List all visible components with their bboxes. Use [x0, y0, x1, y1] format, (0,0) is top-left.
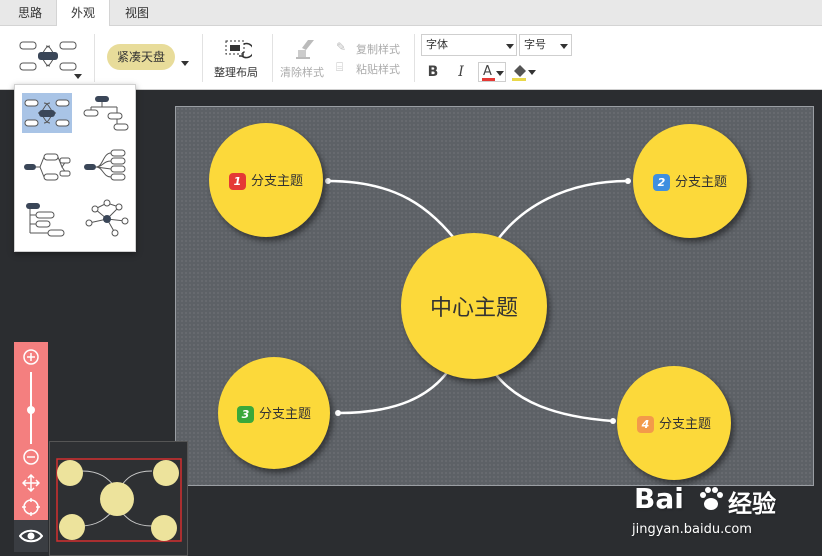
chevron-down-icon — [74, 74, 82, 79]
branch-label: 分支主题 — [674, 175, 727, 190]
tab-view[interactable]: 视图 — [114, 0, 160, 26]
zoom-out-icon[interactable] — [22, 448, 40, 466]
arrange-icon — [225, 40, 252, 59]
minimap[interactable] — [49, 441, 188, 556]
priority-badge-2: 2 — [652, 174, 670, 191]
bold-button[interactable]: B — [422, 62, 444, 82]
chevron-down-icon — [506, 44, 514, 49]
zoom-in-icon[interactable] — [22, 348, 40, 366]
font-family-value: 字体 — [426, 38, 448, 51]
tab-appearance[interactable]: 外观 — [56, 0, 110, 27]
chevron-down-icon — [496, 71, 504, 76]
italic-button[interactable]: I — [450, 62, 472, 82]
layout-mindmap-icon — [24, 99, 70, 127]
font-family-select[interactable]: 字体 — [421, 34, 517, 56]
zoom-slider-handle[interactable] — [27, 406, 35, 414]
divider — [414, 34, 415, 82]
center-topic-node[interactable]: 中心主题 — [401, 233, 547, 379]
copy-style-icon: ✎ — [336, 40, 347, 54]
watermark-brand-right: 经验 — [728, 490, 776, 518]
toolbar: 紧凑天盘 整理布局 清除样式 ✎ 复制样式 ⌸ 粘贴样式 字体 字号 B I A — [0, 26, 822, 90]
paste-style-button[interactable]: ⌸ 粘贴样式 — [336, 60, 410, 78]
priority-badge-4: 4 — [636, 416, 654, 433]
structure-icon — [19, 41, 77, 71]
branch-label: 分支主题 — [250, 174, 303, 189]
tab-thinking[interactable]: 思路 — [8, 0, 52, 26]
mindmap-canvas[interactable]: 1 分支主题 2 分支主题 3 分支主题 4 分支主题 中心主题 — [175, 106, 814, 486]
font-color-button[interactable]: A — [478, 62, 506, 82]
layout-option-logic[interactable] — [22, 147, 72, 187]
paw-icon — [700, 487, 723, 510]
font-color-swatch — [482, 78, 495, 81]
layout-logic-icon — [24, 153, 71, 181]
branch-node-label: 1 分支主题 — [228, 170, 303, 190]
layout-option-fishbone[interactable] — [81, 147, 131, 187]
divider — [94, 34, 95, 82]
chevron-down-icon[interactable] — [181, 61, 189, 66]
watermark-brand-left: Bai — [634, 482, 684, 515]
branch-node-3[interactable]: 3 分支主题 — [218, 357, 330, 469]
copy-style-button[interactable]: ✎ 复制样式 — [336, 40, 410, 58]
layout-option-mindmap[interactable] — [22, 93, 72, 133]
paint-bucket-icon — [512, 65, 526, 81]
theme-button[interactable]: 紧凑天盘 — [107, 44, 175, 70]
paste-style-icon: ⌸ — [336, 60, 344, 74]
zoom-toolbar — [14, 342, 48, 552]
branch-node-2[interactable]: 2 分支主题 — [633, 124, 747, 238]
copy-style-label: 复制样式 — [356, 43, 400, 56]
navigator-toggle[interactable] — [14, 520, 48, 552]
arrange-layout-label: 整理布局 — [214, 66, 258, 79]
center-topic-label: 中心主题 — [429, 296, 518, 321]
arrange-layout-button[interactable]: 整理布局 — [210, 36, 266, 80]
paste-style-label: 粘贴样式 — [356, 63, 400, 76]
move-icon[interactable] — [22, 474, 40, 492]
layout-menu — [14, 84, 136, 252]
eye-icon — [19, 529, 43, 543]
brush-icon — [296, 40, 314, 59]
layout-fishbone-icon — [84, 149, 126, 181]
divider — [202, 34, 203, 82]
layout-org-icon — [26, 203, 65, 237]
clear-style-button[interactable]: 清除样式 — [278, 36, 332, 80]
layout-tree-icon — [83, 96, 129, 131]
minimap-preview — [56, 458, 182, 542]
font-size-select[interactable]: 字号 — [519, 34, 572, 56]
branch-node-label: 2 分支主题 — [652, 171, 727, 191]
chevron-down-icon — [528, 70, 536, 75]
fill-color-button[interactable] — [510, 62, 538, 82]
branch-label: 分支主题 — [258, 407, 311, 422]
branch-label: 分支主题 — [658, 417, 711, 432]
layout-option-network[interactable] — [81, 199, 131, 239]
priority-badge-3: 3 — [236, 406, 254, 423]
structure-button[interactable] — [14, 34, 84, 82]
baidu-watermark: Bai 经验 jingyan.baidu.com — [630, 478, 820, 556]
chevron-down-icon — [560, 44, 568, 49]
branch-node-4[interactable]: 4 分支主题 — [617, 366, 731, 480]
branch-node-1[interactable]: 1 分支主题 — [209, 123, 323, 237]
watermark-url: jingyan.baidu.com — [632, 522, 752, 537]
branch-node-label: 4 分支主题 — [636, 413, 711, 433]
font-size-value: 字号 — [524, 38, 546, 51]
tab-bar: 思路 外观 视图 — [0, 0, 822, 27]
branch-node-label: 3 分支主题 — [236, 403, 311, 423]
layout-network-icon — [85, 199, 129, 237]
clear-style-label: 清除样式 — [280, 66, 324, 79]
locate-center-icon[interactable] — [22, 498, 40, 516]
layout-option-org[interactable] — [22, 199, 72, 239]
divider — [272, 34, 273, 82]
priority-badge-1: 1 — [228, 173, 246, 190]
layout-option-tree[interactable] — [81, 93, 131, 133]
